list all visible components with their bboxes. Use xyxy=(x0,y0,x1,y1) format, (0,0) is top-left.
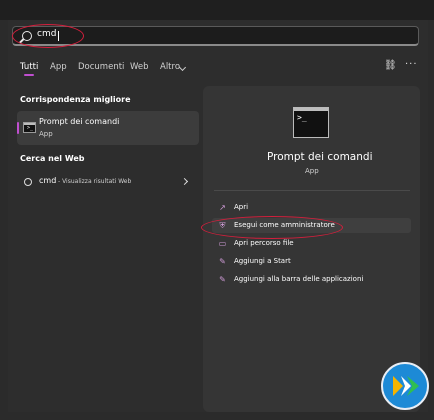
web-hint: - Visualizza risultati Web xyxy=(58,178,132,185)
detail-divider xyxy=(214,190,410,191)
selection-accent xyxy=(17,122,19,134)
tab-documenti[interactable]: Documenti xyxy=(78,62,124,72)
action-open[interactable]: ↗ Apri xyxy=(212,200,411,215)
web-search-item[interactable]: cmd - Visualizza risultati Web xyxy=(22,176,198,188)
action-pin-to-taskbar-label: Aggiungi alla barra delle applicazioni xyxy=(234,275,364,283)
action-open-file-location-label: Apri percorso file xyxy=(234,239,294,247)
tab-altro[interactable]: Altro xyxy=(160,62,180,72)
best-match-title: Prompt dei comandi xyxy=(39,117,120,126)
tab-app[interactable]: App xyxy=(50,62,67,72)
action-pin-to-start[interactable]: ✎ Aggiungi a Start xyxy=(212,254,411,269)
title-strip xyxy=(0,0,434,20)
open-icon: ↗ xyxy=(219,203,226,212)
more-options-icon[interactable]: ··· xyxy=(405,59,418,70)
annotation-ellipse-search xyxy=(12,24,84,48)
pin-icon: ✎ xyxy=(219,257,226,266)
command-prompt-icon: >_ xyxy=(23,122,36,133)
share-icon[interactable]: ⛓ xyxy=(384,60,397,71)
action-open-file-location[interactable]: ▭ Apri percorso file xyxy=(212,236,411,251)
search-icon xyxy=(24,178,32,186)
best-match-subtitle: App xyxy=(39,130,53,138)
tab-web[interactable]: Web xyxy=(130,62,149,72)
detail-title: Prompt dei comandi xyxy=(267,151,373,163)
section-header-web: Cerca nel Web xyxy=(20,154,85,163)
action-pin-to-taskbar[interactable]: ✎ Aggiungi alla barra delle applicazioni xyxy=(212,272,411,287)
command-prompt-large-icon: >_ xyxy=(293,107,329,138)
action-open-label: Apri xyxy=(234,203,249,211)
site-logo xyxy=(381,362,429,410)
detail-subtitle: App xyxy=(305,167,319,175)
pin-icon: ✎ xyxy=(219,275,226,284)
best-match-item[interactable]: >_ Prompt dei comandi App xyxy=(17,111,199,145)
web-query: cmd xyxy=(39,176,57,185)
folder-icon: ▭ xyxy=(218,239,227,248)
active-tab-indicator xyxy=(24,74,34,76)
action-pin-to-start-label: Aggiungi a Start xyxy=(234,257,291,265)
tab-tutti[interactable]: Tutti xyxy=(20,62,38,72)
section-header-best-match: Corrispondenza migliore xyxy=(20,95,131,104)
